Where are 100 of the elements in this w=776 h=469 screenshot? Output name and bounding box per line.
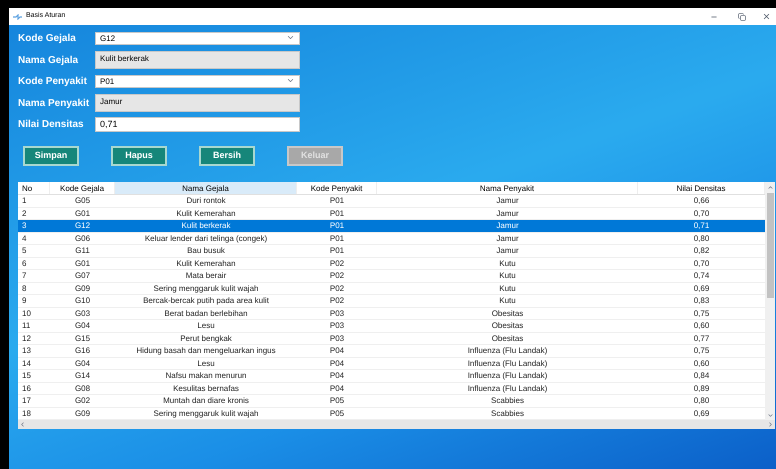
table-cell-text: P02 <box>328 295 346 306</box>
table-cell-text: 2 <box>21 208 28 219</box>
close-icon <box>762 12 770 21</box>
table-row[interactable]: 18 G09 Sering menggaruk kulit wajah P05 Scabbies 0,69 <box>18 408 765 420</box>
table-row[interactable]: 1 G05 Duri rontok P01 Jamur 0,66 <box>18 195 765 208</box>
table-cell-text: P04 <box>328 358 346 369</box>
table-row[interactable]: 9 G10 Bercak-bercak putih pada area kulit P02 Kutu 0,83 <box>18 295 765 308</box>
table-cell-text: G02 <box>74 395 92 406</box>
action-button[interactable]: Simpan <box>23 146 79 166</box>
table-cell-text: G06 <box>74 232 92 244</box>
table-row[interactable]: 14 G04 Lesu P04 Influenza (Flu Landak) 0,60 <box>18 358 765 370</box>
table-cell-text: 0,75 <box>692 308 710 319</box>
scroll-right-icon <box>767 421 774 428</box>
scroll-left-icon <box>19 421 26 428</box>
table-cell-text: Influenza (Flu Landak) <box>466 370 548 382</box>
dropdown-field[interactable]: P01 <box>95 75 300 88</box>
table-cell-text: G01 <box>74 208 92 219</box>
vertical-scrollbar[interactable] <box>765 182 775 420</box>
table-row[interactable]: 13 G16 Hidung basah dan mengeluarkan ingus P04 Influenza (Flu Landak) 0,75 <box>18 345 765 358</box>
table-cell-text: P02 <box>328 282 346 294</box>
table-row[interactable]: 3 G12 Kulit berkerak P01 Jamur 0,71 <box>18 220 765 232</box>
table-cell-text: Kulit berkerak <box>180 220 232 232</box>
table-cell-text: P02 <box>328 270 346 282</box>
table-cell-text: Kesulitas bernafas <box>172 382 240 394</box>
table-cell-text: 0,80 <box>692 395 710 406</box>
table-row[interactable]: 4 G06 Keluar lender dari telinga (congek) P01 Jamur 0,80 <box>18 232 765 245</box>
action-button[interactable]: Hapus <box>111 146 167 166</box>
table-row[interactable]: 15 G14 Nafsu makan menurun P04 Influenza (Flu Landak) 0,84 <box>18 370 765 382</box>
action-button[interactable]: Bersih <box>199 146 255 166</box>
table-cell-text: G11 <box>74 245 91 256</box>
table-cell-text: 0,66 <box>692 195 710 206</box>
column-header[interactable]: Nama Gejala <box>115 182 297 194</box>
table-cell-text: 3 <box>21 220 28 232</box>
table-row[interactable]: 5 G11 Bau busuk P01 Jamur 0,82 <box>18 245 765 258</box>
table-cell-text: 4 <box>21 232 28 244</box>
table-cell-text: G05 <box>74 195 92 206</box>
table-cell-text: Kutu <box>498 295 517 306</box>
table-cell-text: 0,69 <box>692 408 710 419</box>
table-cell-text: Kulit Kemerahan <box>175 258 237 269</box>
table-cell-text: 0,80 <box>692 232 710 244</box>
dropdown-field[interactable]: G12 <box>95 32 300 45</box>
table-cell-text: 8 <box>21 282 28 294</box>
table-cell-text: 0,77 <box>692 332 710 344</box>
table-cell-text: 17 <box>21 395 32 406</box>
horizontal-scrollbar[interactable] <box>18 420 775 429</box>
table-cell-text: 7 <box>21 270 28 282</box>
table-cell-text: Nafsu makan menurun <box>164 370 248 382</box>
table-cell-text: 18 <box>21 408 32 419</box>
table-cell-text: Keluar lender dari telinga (congek) <box>144 232 268 244</box>
table-cell-text: G04 <box>74 358 92 369</box>
table-cell-text: Lesu <box>196 358 216 369</box>
table-cell-text: G14 <box>74 370 92 382</box>
table-cell-text: G07 <box>74 270 92 282</box>
table-cell-text: 11 <box>21 320 32 332</box>
table-cell-text: Lesu <box>196 320 216 332</box>
table-cell-text: P02 <box>328 258 346 269</box>
table-row[interactable]: 8 G09 Sering menggaruk kulit wajah P02 Kutu 0,69 <box>18 282 765 295</box>
table-cell-text: 13 <box>21 345 32 356</box>
field-label: Kode Penyakit <box>18 75 88 89</box>
table-cell-text: G01 <box>74 258 92 269</box>
field-label: Nama Gejala <box>18 54 80 68</box>
table-cell-text: 0,75 <box>692 345 710 356</box>
table-cell-text: G08 <box>74 382 92 394</box>
table-cell-text: Berat badan berlebihan <box>163 308 249 319</box>
table-row[interactable]: 17 G02 Muntah dan diare kronis P05 Scabbies 0,80 <box>18 395 765 408</box>
table-row[interactable]: 11 G04 Lesu P03 Obesitas 0,60 <box>18 320 765 332</box>
table-cell-text: Obesitas <box>490 320 524 332</box>
restore-icon <box>738 12 746 20</box>
readonly-field[interactable]: Kulit berkerak <box>95 51 300 69</box>
table-cell-text: Sering menggaruk kulit wajah <box>152 282 260 294</box>
table-row[interactable]: 12 G15 Perut bengkak P03 Obesitas 0,77 <box>18 332 765 345</box>
table-cell-text: P03 <box>328 308 346 319</box>
table-cell-text: P03 <box>328 320 346 332</box>
table-cell-text: P04 <box>328 382 346 394</box>
field-label: Nilai Densitas <box>18 118 85 132</box>
table-cell-text: G16 <box>74 345 92 356</box>
table-cell-text: P01 <box>328 195 346 206</box>
table-cell-text: Influenza (Flu Landak) <box>466 382 548 394</box>
table-cell-text: Jamur <box>495 208 520 219</box>
table-cell-text: Bau busuk <box>186 245 226 256</box>
table-row[interactable]: 10 G03 Berat badan berlebihan P03 Obesitas 0,75 <box>18 308 765 320</box>
table-cell-text: G09 <box>74 282 92 294</box>
table-cell-text: Kutu <box>498 270 517 282</box>
readonly-field[interactable]: Jamur <box>95 94 300 112</box>
dropdown-icon <box>286 76 295 85</box>
table-cell-text: P01 <box>328 220 346 232</box>
table-row[interactable]: 2 G01 Kulit Kemerahan P01 Jamur 0,70 <box>18 208 765 220</box>
table-row[interactable]: 7 G07 Mata berair P02 Kutu 0,74 <box>18 270 765 282</box>
input-field[interactable]: 0,71 <box>95 117 300 132</box>
scrollbar-thumb[interactable] <box>766 193 774 298</box>
table-row[interactable]: 16 G08 Kesulitas bernafas P04 Influenza (Flu Landak) 0,89 <box>18 382 765 395</box>
table-cell-text: P05 <box>328 408 346 419</box>
table-row[interactable]: 6 G01 Kulit Kemerahan P02 Kutu 0,70 <box>18 258 765 270</box>
table-cell-text: Jamur <box>495 195 520 206</box>
table-cell-text: Jamur <box>495 245 520 256</box>
table-cell-text: 10 <box>21 308 32 319</box>
table-cell-text: G03 <box>74 308 92 319</box>
table-cell-text: 0,70 <box>692 258 710 269</box>
table-cell-text: 0,71 <box>692 220 710 232</box>
table-cell-text: G09 <box>74 408 92 419</box>
